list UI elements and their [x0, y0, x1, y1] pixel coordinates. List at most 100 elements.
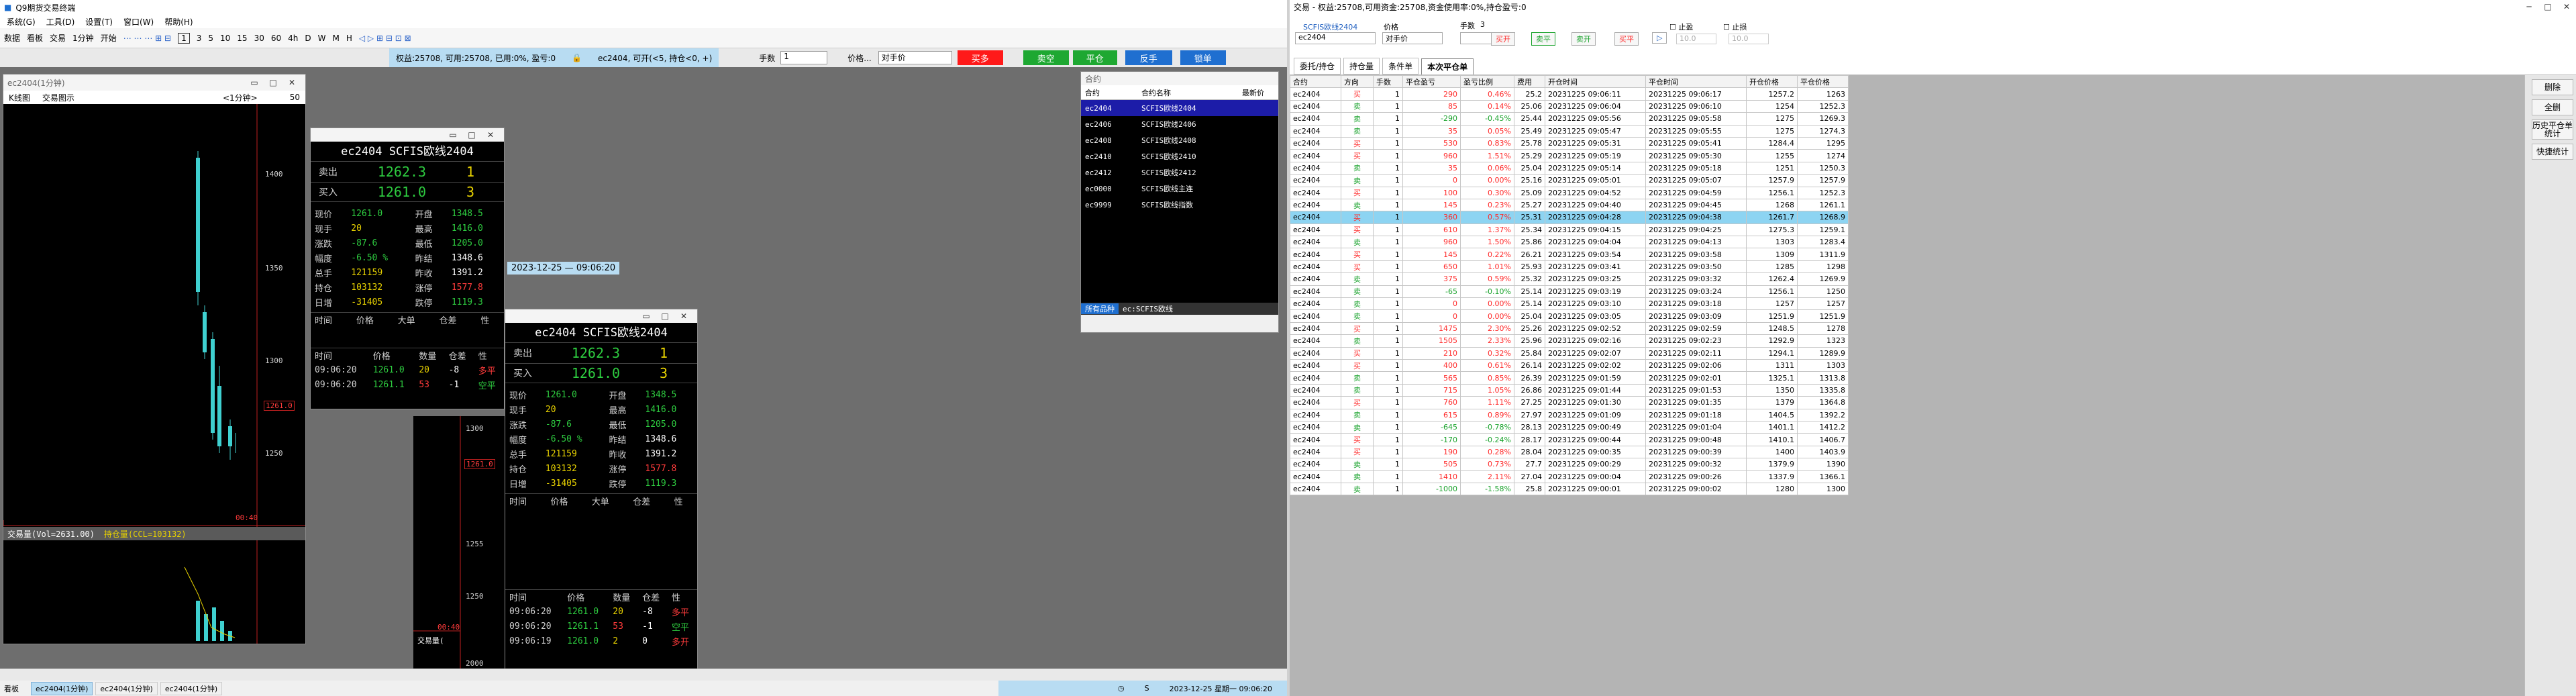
maximize-icon[interactable]: □: [656, 309, 674, 324]
board-button[interactable]: 看板: [27, 32, 43, 44]
maximize-icon[interactable]: □: [462, 128, 481, 142]
contract-row[interactable]: ec2406 SCFIS欧线2406: [1081, 116, 1278, 132]
table-row[interactable]: ec2404 卖 1 -290 -0.45% 25.44 20231225 09:05:56…: [1290, 112, 1849, 126]
table-row[interactable]: ec2404 卖 1 0 0.00% 25.14 20231225 09:03:10 2023…: [1290, 297, 1849, 311]
period-m[interactable]: M: [333, 34, 340, 43]
minimize-icon[interactable]: ▭: [637, 309, 656, 324]
trade-button[interactable]: 交易: [50, 32, 66, 44]
menu-help[interactable]: 帮助(H): [164, 16, 193, 28]
table-row[interactable]: ec2404 卖 1 35 0.05% 25.49 20231225 09:05:47 202…: [1290, 124, 1849, 138]
start-button[interactable]: 开始: [101, 32, 117, 44]
tab-all-products[interactable]: 所有品种: [1081, 303, 1119, 314]
maximize-icon[interactable]: □: [2538, 0, 2557, 14]
period-1[interactable]: 1: [178, 32, 190, 44]
table-row[interactable]: ec2404 卖 1 565 0.85% 26.39 20231225 09:01:59 20…: [1290, 371, 1849, 385]
table-row[interactable]: ec2404 卖 1 505 0.73% 27.7 20231225 09:00:29 202…: [1290, 458, 1849, 471]
table-row[interactable]: ec2404 买 1 -170 -0.24% 28.17 20231225 09:00:44…: [1290, 433, 1849, 446]
maximize-icon[interactable]: □: [264, 75, 282, 90]
contract-input[interactable]: ec2404: [1295, 32, 1376, 44]
table-row[interactable]: ec2404 卖 1 -645 -0.78% 28.13 20231225 09:00:49…: [1290, 420, 1849, 434]
nav-icons[interactable]: ◁ ▷ ⊞ ⊟ ⊡ ⊠: [359, 34, 411, 43]
table-row[interactable]: ec2404 买 1 650 1.01% 25.93 20231225 09:03:41 20…: [1290, 260, 1849, 274]
period-3[interactable]: 3: [197, 34, 202, 43]
table-row[interactable]: ec2404 卖 1 -65 -0.10% 25.14 20231225 09:03:19 2…: [1290, 285, 1849, 299]
period-4h[interactable]: 4h: [288, 34, 298, 43]
history-stats-button[interactable]: 历史平仓单统计: [2532, 119, 2573, 140]
period-30[interactable]: 30: [254, 34, 264, 43]
bottom-tab-3[interactable]: ec2404(1分钟): [160, 681, 223, 695]
buy-open-button[interactable]: 买开: [1491, 32, 1515, 46]
table-row[interactable]: ec2404 卖 1 0 0.00% 25.16 20231225 09:05:01 2023…: [1290, 174, 1849, 187]
table-row[interactable]: ec2404 卖 1 1505 2.33% 25.96 20231225 09:02:16 2…: [1290, 334, 1849, 348]
buy-open-button[interactable]: 买多: [957, 50, 1003, 65]
tab-position[interactable]: 持仓量: [1343, 58, 1380, 74]
contract-row[interactable]: ec2412 SCFIS欧线2412: [1081, 164, 1278, 181]
period-w[interactable]: W: [318, 34, 326, 43]
menu-settings[interactable]: 设置(T): [85, 16, 113, 28]
period-10[interactable]: 10: [220, 34, 230, 43]
bottom-tab-2[interactable]: ec2404(1分钟): [95, 681, 158, 695]
delete-button[interactable]: 删除: [2532, 79, 2573, 95]
table-row[interactable]: ec2404 买 1 400 0.61% 26.14 20231225 09:02:02 20…: [1290, 358, 1849, 372]
qty-input[interactable]: 3: [1478, 20, 1511, 31]
table-row[interactable]: ec2404 买 1 290 0.46% 25.2 20231225 09:06:11 202…: [1290, 87, 1849, 101]
menu-window[interactable]: 窗口(W): [123, 16, 154, 28]
contract-row[interactable]: ec2408 SCFIS欧线2408: [1081, 132, 1278, 148]
table-row[interactable]: ec2404 买 1 190 0.28% 28.04 20231225 09:00:35 20…: [1290, 445, 1849, 459]
table-row[interactable]: ec2404 卖 1 615 0.89% 27.97 20231225 09:01:09 20…: [1290, 408, 1849, 421]
table-row[interactable]: ec2404 卖 1 375 0.59% 25.32 20231225 09:03:25 20…: [1290, 272, 1849, 286]
table-row[interactable]: ec2404 买 1 100 0.30% 25.09 20231225 09:04:52 20…: [1290, 186, 1849, 199]
sell-open-button[interactable]: 卖空: [1023, 50, 1069, 65]
table-row[interactable]: ec2404 买 1 145 0.22% 26.21 20231225 09:03:54 20…: [1290, 248, 1849, 261]
tab-orders[interactable]: 委托/持仓: [1294, 58, 1341, 74]
sell-close-button[interactable]: 卖平: [1531, 32, 1555, 46]
period-h[interactable]: H: [346, 34, 352, 43]
table-row[interactable]: ec2404 买 1 1475 2.30% 25.26 20231225 09:02:52 2…: [1290, 321, 1849, 336]
table-row[interactable]: ec2404 买 1 360 0.57% 25.31 20231225 09:04:28 20…: [1290, 211, 1849, 224]
bottom-tab-1[interactable]: ec2404(1分钟): [31, 681, 93, 695]
price-input[interactable]: 对手价: [1382, 32, 1443, 44]
play-icon[interactable]: ▷: [1652, 32, 1667, 44]
menu-system[interactable]: 系统(G): [7, 16, 36, 28]
stop-loss-checkbox[interactable]: ☐ 止损: [1723, 21, 1747, 32]
sell-open-button[interactable]: 卖开: [1572, 32, 1596, 46]
tab-conditional[interactable]: 条件单: [1382, 58, 1419, 74]
table-row[interactable]: ec2404 卖 1 715 1.05% 26.86 20231225 09:01:44 20…: [1290, 383, 1849, 397]
close-button[interactable]: 平仓: [1072, 50, 1117, 65]
contract-row[interactable]: ec2410 SCFIS欧线2410: [1081, 148, 1278, 164]
table-row[interactable]: ec2404 卖 1 145 0.23% 25.27 20231225 09:04:40 20…: [1290, 198, 1849, 212]
stop-loss-input[interactable]: 10.0: [1729, 34, 1769, 44]
table-row[interactable]: ec2404 卖 1 -1000 -1.58% 25.8 20231225 09:00:01…: [1290, 482, 1849, 496]
table-row[interactable]: ec2404 卖 1 85 0.14% 25.06 20231225 09:06:04 202…: [1290, 99, 1849, 113]
close-icon[interactable]: ✕: [674, 309, 693, 324]
table-row[interactable]: ec2404 卖 1 0 0.00% 25.04 20231225 09:03:05 2023…: [1290, 309, 1849, 323]
tab-ec[interactable]: ec:SCFIS欧线: [1119, 303, 1177, 314]
close-icon[interactable]: ✕: [481, 128, 500, 142]
tab-closed-orders[interactable]: 本次平仓单: [1421, 58, 1474, 74]
period-d[interactable]: D: [305, 34, 311, 43]
table-row[interactable]: ec2404 买 1 760 1.11% 27.25 20231225 09:01:30 20…: [1290, 396, 1849, 409]
minimize-icon[interactable]: ▭: [245, 75, 264, 90]
take-profit-input[interactable]: 10.0: [1676, 34, 1716, 44]
contract-row[interactable]: ec9999 SCFIS欧线指数: [1081, 197, 1278, 213]
table-row[interactable]: ec2404 买 1 530 0.83% 25.78 20231225 09:05:31 20…: [1290, 136, 1849, 150]
buy-close-button[interactable]: 买平: [1614, 32, 1639, 46]
menu-tools[interactable]: 工具(D): [46, 16, 75, 28]
table-row[interactable]: ec2404 卖 1 35 0.06% 25.04 20231225 09:05:14 202…: [1290, 161, 1849, 175]
table-row[interactable]: ec2404 卖 1 960 1.50% 25.86 20231225 09:04:04 20…: [1290, 236, 1849, 249]
close-icon[interactable]: ✕: [282, 75, 301, 90]
contract-row[interactable]: ec2404 SCFIS欧线2404: [1081, 100, 1278, 116]
tab-kline[interactable]: K线图: [9, 92, 30, 103]
minimize-icon[interactable]: ─: [2520, 0, 2538, 14]
left-hscroll[interactable]: [0, 668, 1287, 681]
period-15[interactable]: 15: [237, 34, 247, 43]
table-row[interactable]: ec2404 买 1 610 1.37% 25.34 20231225 09:04:15 20…: [1290, 223, 1849, 237]
reverse-button[interactable]: 反手: [1125, 50, 1172, 65]
quick-stats-button[interactable]: 快捷统计: [2532, 144, 2573, 160]
close-icon[interactable]: ✕: [2557, 0, 2576, 14]
qty-input[interactable]: 1: [780, 51, 828, 64]
take-profit-checkbox[interactable]: ☐ 止盈: [1669, 21, 1693, 32]
period-select[interactable]: 1分钟: [72, 32, 94, 44]
data-button[interactable]: 数据: [4, 32, 20, 44]
lock-button[interactable]: 锁单: [1180, 50, 1226, 65]
